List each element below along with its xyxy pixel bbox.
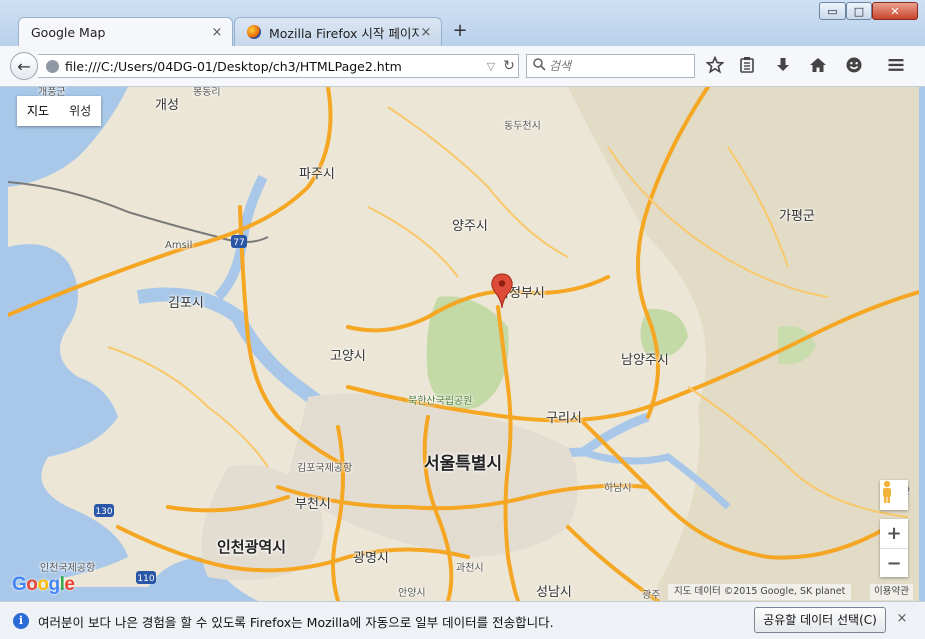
choose-data-to-share-button[interactable]: 공유할 데이터 선택(C) — [754, 607, 886, 633]
url-text[interactable]: file:///C:/Users/04DG-01/Desktop/ch3/HTM… — [65, 59, 482, 74]
menu-icon[interactable] — [886, 56, 906, 76]
svg-text:130: 130 — [95, 507, 112, 517]
place-label-namyangju: 남양주시 — [621, 353, 669, 368]
place-label-gaeseong: 개성 — [155, 98, 179, 113]
back-button[interactable]: ← — [10, 52, 38, 80]
place-label-gwangmyeong: 광명시 — [353, 551, 389, 566]
tab-close-icon[interactable]: × — [210, 25, 224, 40]
place-label: 봉동리 — [193, 87, 221, 98]
map-type-control: 지도 위성 — [17, 96, 102, 126]
tab-close-icon[interactable]: × — [419, 25, 433, 40]
google-logo[interactable]: Google — [12, 574, 75, 596]
maximize-button[interactable]: □ — [846, 2, 872, 20]
new-tab-button[interactable]: + — [450, 20, 470, 42]
place-label-bucheon: 부천시 — [295, 497, 331, 512]
bookmark-star-icon[interactable] — [705, 55, 725, 76]
place-label-seongnam: 성남시 — [536, 585, 572, 600]
place-label-gapyeong: 가평군 — [779, 209, 815, 224]
place-label-gimpo: 김포시 — [168, 296, 204, 311]
google-map-canvas[interactable]: 77 130 110 개풍군 봉동리 개성 동두천시 파주시 양주시 가평군 A… — [8, 87, 919, 601]
minimize-button[interactable]: ▭ — [819, 2, 846, 20]
place-label-seoul: 서울특별시 — [424, 454, 503, 474]
map-tiles: 77 130 110 — [8, 87, 919, 601]
place-label-incheon: 인천광역시 — [217, 538, 287, 556]
map-marker-pin-icon[interactable] — [491, 273, 513, 309]
map-type-satellite-button[interactable]: 위성 — [59, 96, 101, 126]
bookmarks-list-icon[interactable] — [737, 56, 757, 76]
url-bar[interactable]: file:///C:/Users/04DG-01/Desktop/ch3/HTM… — [38, 54, 519, 78]
tab-google-map[interactable]: Google Map × — [18, 17, 233, 46]
close-window-button[interactable]: ✕ — [872, 2, 918, 20]
history-dropdown-icon[interactable]: ▽ — [482, 60, 500, 73]
place-label-paju: 파주시 — [299, 167, 335, 182]
globe-icon — [46, 59, 59, 73]
reload-icon[interactable]: ↻ — [500, 58, 518, 74]
search-bar[interactable] — [526, 54, 695, 78]
navigation-toolbar: ← file:///C:/Users/04DG-01/Desktop/ch3/H… — [0, 46, 925, 87]
place-label-dongducheon: 동두천시 — [504, 121, 541, 132]
download-icon[interactable] — [773, 56, 793, 76]
route-shield-130: 130 — [94, 504, 114, 517]
close-notification-icon[interactable]: × — [894, 611, 910, 629]
window-titlebar: ▭ □ ✕ Google Map × Mozilla Firefox 시작 페이… — [0, 0, 925, 47]
place-label-guri: 구리시 — [546, 411, 582, 426]
place-label-hanam: 하남시 — [604, 483, 632, 494]
tab-label: Mozilla Firefox 시작 페이지 — [269, 25, 419, 41]
home-icon[interactable] — [808, 56, 828, 76]
map-attribution: 지도 데이터 ©2015 Google, SK planet — [668, 584, 852, 600]
info-icon: i — [13, 613, 29, 629]
notification-message: 여러분이 보다 나은 경험을 할 수 있도록 Firefox는 Mozilla에… — [38, 615, 554, 630]
tab-firefox-start[interactable]: Mozilla Firefox 시작 페이지 × — [234, 17, 442, 46]
street-view-pegman-icon[interactable] — [880, 480, 908, 510]
zoom-out-button[interactable]: − — [880, 549, 908, 578]
route-shield-77: 77 — [231, 235, 247, 248]
search-icon — [533, 58, 547, 74]
smiley-feedback-icon[interactable] — [844, 56, 864, 76]
place-label-goyang: 고양시 — [330, 349, 366, 364]
terms-of-use-link[interactable]: 이용약관 — [870, 584, 913, 600]
place-label-gimpo-airport: 김포국제공항 — [297, 463, 353, 474]
place-label-gwacheon: 과천시 — [456, 563, 484, 574]
search-input[interactable] — [547, 58, 691, 74]
place-label-incheon-airport: 인천국제공항 — [40, 563, 96, 574]
route-shield-110: 110 — [136, 571, 156, 584]
place-label-amsil: Amsil — [165, 240, 193, 251]
svg-text:110: 110 — [137, 574, 154, 584]
tab-label: Google Map — [31, 24, 106, 40]
map-type-map-button[interactable]: 지도 — [17, 96, 59, 126]
place-label-yangju: 양주시 — [452, 219, 488, 234]
zoom-control: + − — [880, 519, 908, 577]
zoom-in-button[interactable]: + — [880, 519, 908, 549]
firefox-icon — [247, 25, 261, 39]
place-label-anyang: 안양시 — [398, 588, 426, 599]
data-sharing-notification-bar: i 여러분이 보다 나은 경험을 할 수 있도록 Firefox는 Mozill… — [0, 601, 925, 639]
place-label-gwangju: 광주 — [642, 590, 661, 601]
park-label-bukhansan: 북한산국립공원 — [408, 396, 473, 407]
svg-text:77: 77 — [233, 238, 244, 248]
